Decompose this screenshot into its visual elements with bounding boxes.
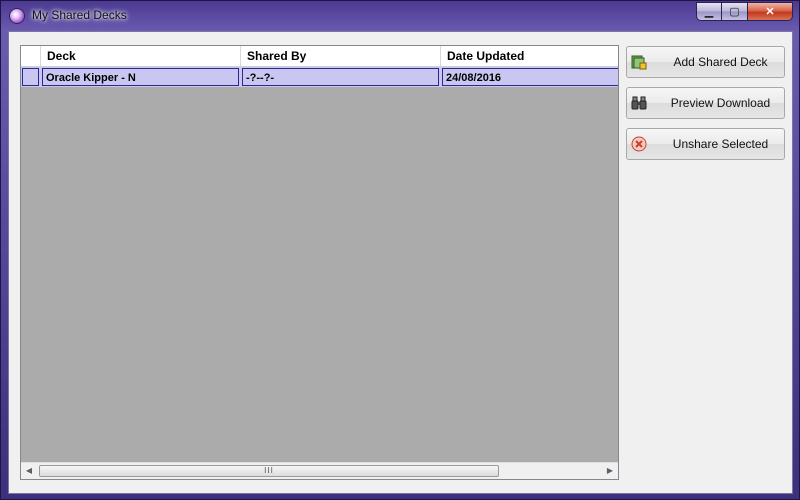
column-header-date-updated[interactable]: Date Updated bbox=[441, 46, 618, 66]
minimize-icon: ▁ bbox=[704, 6, 714, 18]
column-header-shared-by[interactable]: Shared By bbox=[241, 46, 441, 66]
add-deck-icon bbox=[631, 55, 647, 70]
scroll-left-arrow-icon[interactable]: ◀ bbox=[24, 466, 34, 476]
app-window: My Shared Decks ▁ ▢ ✕ Deck Shared By Dat… bbox=[0, 0, 800, 500]
close-button[interactable]: ✕ bbox=[748, 2, 793, 21]
cell-deck[interactable]: Oracle Kipper - N bbox=[42, 68, 239, 86]
scroll-thumb[interactable]: III bbox=[39, 465, 499, 477]
caption-buttons: ▁ ▢ ✕ bbox=[696, 2, 793, 21]
cell-shared-by[interactable]: -?--?- bbox=[242, 68, 439, 86]
add-shared-deck-label: Add Shared Deck bbox=[673, 55, 768, 69]
scroll-right-arrow-icon[interactable]: ▶ bbox=[605, 466, 615, 476]
window-title: My Shared Decks bbox=[32, 8, 127, 22]
close-icon: ✕ bbox=[765, 6, 775, 18]
scroll-grip-icon: III bbox=[264, 466, 274, 475]
minimize-button[interactable]: ▁ bbox=[696, 2, 722, 21]
add-shared-deck-button[interactable]: Add Shared Deck bbox=[626, 46, 785, 78]
row-header[interactable] bbox=[22, 68, 39, 86]
row-header-corner[interactable] bbox=[21, 46, 41, 66]
preview-download-label: Preview Download bbox=[670, 96, 771, 110]
client-area: Deck Shared By Date Updated Oracle Kippe… bbox=[8, 31, 793, 494]
maximize-icon: ▢ bbox=[729, 6, 740, 18]
cell-date-updated[interactable]: 24/08/2016 bbox=[442, 68, 618, 86]
maximize-button[interactable]: ▢ bbox=[722, 2, 748, 21]
column-header-deck[interactable]: Deck bbox=[41, 46, 241, 66]
binoculars-icon bbox=[631, 96, 647, 110]
cancel-icon bbox=[631, 136, 647, 152]
app-orb-icon[interactable] bbox=[9, 8, 25, 24]
preview-download-button[interactable]: Preview Download bbox=[626, 87, 785, 119]
grid-header: Deck Shared By Date Updated bbox=[21, 46, 618, 67]
title-bar[interactable]: My Shared Decks ▁ ▢ ✕ bbox=[1, 1, 799, 30]
unshare-selected-label: Unshare Selected bbox=[672, 137, 769, 151]
shared-decks-grid[interactable]: Deck Shared By Date Updated Oracle Kippe… bbox=[20, 45, 619, 480]
horizontal-scrollbar[interactable]: ◀ III ▶ bbox=[21, 462, 618, 479]
table-row[interactable]: Oracle Kipper - N -?--?- 24/08/2016 bbox=[21, 67, 618, 87]
unshare-selected-button[interactable]: Unshare Selected bbox=[626, 128, 785, 160]
